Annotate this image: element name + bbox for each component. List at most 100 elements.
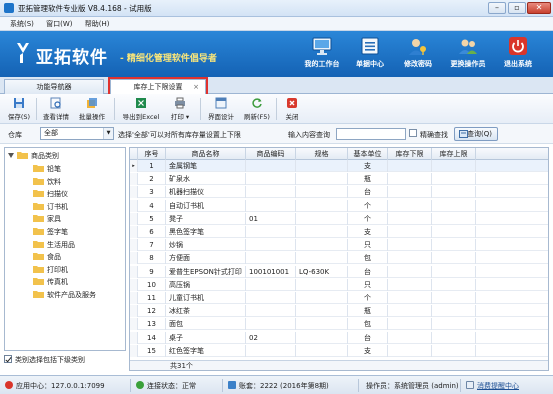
row-marker[interactable]: [130, 331, 138, 344]
print-button[interactable]: 打印 ▾: [166, 96, 194, 122]
tab-stock-limits[interactable]: 库存上下限设置 ×: [108, 77, 208, 97]
cell-max[interactable]: [432, 199, 476, 212]
query-button[interactable]: 查询(Q): [454, 127, 498, 141]
row-marker[interactable]: [130, 239, 138, 252]
cell-min[interactable]: [388, 212, 432, 225]
menu-help[interactable]: 帮助(H): [85, 17, 110, 31]
cell-max[interactable]: [432, 292, 476, 304]
row-marker[interactable]: [130, 186, 138, 199]
exact-search-checkbox[interactable]: [409, 129, 417, 137]
cell-min[interactable]: [388, 318, 432, 331]
row-marker[interactable]: [130, 318, 138, 331]
col-name[interactable]: 商品名称: [166, 148, 246, 160]
tab-function-navigator[interactable]: 功能导航器: [4, 79, 104, 94]
batch-operation-button[interactable]: 批量操作: [76, 96, 108, 122]
table-row[interactable]: 4 自动订书机 个: [130, 199, 548, 212]
table-row[interactable]: 7 炒锅 只: [130, 239, 548, 252]
cell-max[interactable]: [432, 186, 476, 199]
row-marker[interactable]: [130, 278, 138, 291]
col-seq[interactable]: 序号: [138, 148, 166, 160]
tree-category-item[interactable]: 扫描仪: [33, 188, 68, 200]
row-marker[interactable]: [130, 344, 138, 357]
col-max[interactable]: 库存上限: [432, 148, 476, 160]
col-code[interactable]: 商品编码: [246, 148, 296, 160]
nav-switch-operator[interactable]: 更换操作员: [446, 35, 490, 77]
table-row[interactable]: 5 凳子 01 个: [130, 212, 548, 225]
nav-my-workbench[interactable]: 我的工作台: [300, 35, 344, 77]
cell-min[interactable]: [388, 292, 432, 304]
tree-category-item[interactable]: 生活用品: [33, 239, 75, 251]
tree-collapse-icon[interactable]: [8, 153, 14, 158]
warehouse-select[interactable]: 全部 ▼: [40, 127, 114, 140]
cell-min[interactable]: [388, 265, 432, 278]
cell-max[interactable]: [432, 212, 476, 225]
cell-min[interactable]: [388, 344, 432, 357]
cell-max[interactable]: [432, 278, 476, 291]
row-marker[interactable]: [130, 292, 138, 304]
table-row[interactable]: 8 方便面 包: [130, 252, 548, 265]
row-marker[interactable]: ▸: [130, 160, 138, 172]
tree-category-item[interactable]: 饮料: [33, 176, 61, 188]
cell-max[interactable]: [432, 305, 476, 318]
cell-min[interactable]: [388, 186, 432, 199]
col-unit[interactable]: 基本单位: [348, 148, 388, 160]
tree-category-item[interactable]: 打印机: [33, 264, 68, 276]
view-detail-button[interactable]: 查看详情: [40, 96, 72, 122]
cell-max[interactable]: [432, 252, 476, 265]
save-button[interactable]: 保存(S): [6, 96, 32, 122]
nav-change-password[interactable]: 修改密码: [396, 35, 440, 77]
cell-max[interactable]: [432, 239, 476, 252]
search-input[interactable]: [336, 128, 406, 140]
cell-max[interactable]: [432, 226, 476, 238]
cell-max[interactable]: [432, 173, 476, 186]
close-button[interactable]: 关闭: [280, 96, 304, 122]
menu-system[interactable]: 系统(S): [10, 17, 34, 31]
table-row[interactable]: ▸ 1 金属钢笔 支: [130, 160, 548, 172]
messages-link[interactable]: 消费提醒中心: [466, 381, 519, 391]
tree-category-item[interactable]: 软件产品及服务: [33, 289, 96, 301]
table-row[interactable]: 11 儿童订书机 个: [130, 292, 548, 304]
tree-category-item[interactable]: 签字笔: [33, 226, 68, 238]
cell-max[interactable]: [432, 318, 476, 331]
menu-window[interactable]: 窗口(W): [46, 17, 72, 31]
col-spec[interactable]: 规格: [296, 148, 348, 160]
close-window-button[interactable]: ✕: [527, 2, 551, 14]
cell-min[interactable]: [388, 331, 432, 344]
tab-close-icon[interactable]: ×: [193, 80, 199, 94]
include-subcategory-checkbox[interactable]: [4, 355, 12, 363]
table-row[interactable]: 2 矿泉水 瓶: [130, 173, 548, 186]
cell-max[interactable]: [432, 344, 476, 357]
table-row[interactable]: 15 红色签字笔 支: [130, 344, 548, 357]
include-subcategory[interactable]: 类别选择包括下级类别: [4, 354, 126, 366]
refresh-button[interactable]: 刷新(F5): [240, 96, 274, 122]
tree-category-item[interactable]: 铅笔: [33, 163, 61, 175]
cell-max[interactable]: [432, 160, 476, 172]
cell-min[interactable]: [388, 305, 432, 318]
col-min[interactable]: 库存下限: [388, 148, 432, 160]
row-marker[interactable]: [130, 265, 138, 278]
table-row[interactable]: 12 冰红茶 瓶: [130, 305, 548, 318]
table-row[interactable]: 13 面包 包: [130, 318, 548, 331]
row-marker[interactable]: [130, 173, 138, 186]
table-row[interactable]: 10 高压锅 只: [130, 278, 548, 291]
cell-min[interactable]: [388, 160, 432, 172]
row-marker[interactable]: [130, 199, 138, 212]
table-row[interactable]: 9 爱普生EPSON针式打印 100101001 LQ-630K 台: [130, 265, 548, 278]
ui-design-button[interactable]: 界面设计: [204, 96, 238, 122]
cell-min[interactable]: [388, 278, 432, 291]
cell-max[interactable]: [432, 265, 476, 278]
tree-category-item[interactable]: 家具: [33, 213, 61, 225]
minimize-button[interactable]: –: [488, 2, 506, 14]
table-row[interactable]: 14 桌子 02 台: [130, 331, 548, 344]
cell-min[interactable]: [388, 252, 432, 265]
row-marker[interactable]: [130, 252, 138, 265]
row-marker[interactable]: [130, 305, 138, 318]
row-marker[interactable]: [130, 226, 138, 238]
export-excel-button[interactable]: 导出到Excel: [118, 96, 164, 122]
table-row[interactable]: 6 黑色签字笔 支: [130, 226, 548, 238]
cell-max[interactable]: [432, 331, 476, 344]
tree-category-item[interactable]: 传真机: [33, 276, 68, 288]
table-row[interactable]: 3 机器扫描仪 台: [130, 186, 548, 199]
tree-category-item[interactable]: 订书机: [33, 201, 68, 213]
tree-category-item[interactable]: 食品: [33, 251, 61, 263]
